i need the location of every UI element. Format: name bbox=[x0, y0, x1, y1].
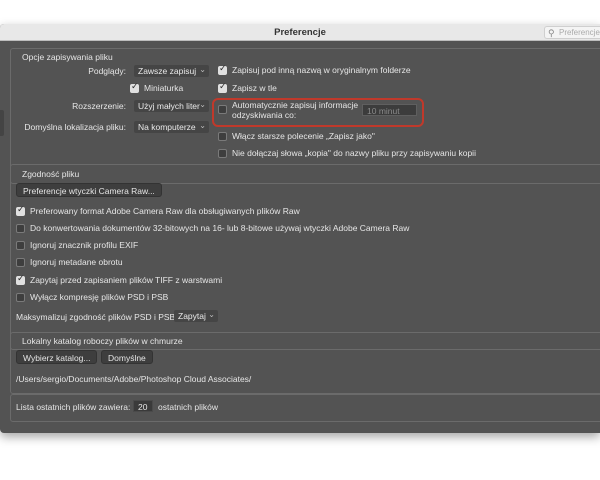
chevron-down-icon: ⌄ bbox=[199, 65, 206, 74]
legacy-save-as-checkbox[interactable] bbox=[218, 132, 227, 141]
previews-value: Zawsze zapisuj bbox=[138, 66, 197, 76]
chevron-down-icon: ⌄ bbox=[208, 310, 215, 319]
compat-option-5-checkbox[interactable] bbox=[16, 293, 25, 302]
annotation-highlight bbox=[212, 98, 424, 127]
previews-select[interactable]: Zawsze zapisuj ⌄ bbox=[134, 65, 209, 77]
compat-option-5-label: Wyłącz kompresję plików PSD i PSB bbox=[30, 292, 169, 302]
cloud-catalog-title: Lokalny katalog roboczy plików w chmurze bbox=[22, 336, 183, 346]
choose-catalog-button[interactable]: Wybierz katalog... bbox=[16, 350, 98, 364]
search-input[interactable]: ⚲ Preferencje bbox=[544, 26, 600, 39]
recent-files-count-input[interactable]: 20 bbox=[133, 400, 153, 412]
preferences-window: Preferencje ⚲ Preferencje Opcje zapisywa… bbox=[0, 24, 600, 433]
collapsed-sidebar-handle[interactable] bbox=[0, 110, 4, 136]
maximize-compat-select[interactable]: Zapytaj ⌄ bbox=[174, 310, 218, 322]
compat-option-2-label: Ignoruj znacznik profilu EXIF bbox=[30, 240, 139, 250]
compat-option-3-label: Ignoruj metadane obrotu bbox=[30, 257, 123, 267]
recent-files-count: 20 bbox=[138, 402, 148, 412]
compat-option-1-checkbox[interactable] bbox=[16, 224, 25, 233]
save-as-original-folder-checkbox[interactable] bbox=[218, 64, 227, 75]
save-as-original-folder-label: Zapisuj pod inną nazwą w oryginalnym fol… bbox=[232, 65, 411, 75]
chevron-down-icon: ⌄ bbox=[199, 121, 206, 130]
extension-value: Użyj małych liter bbox=[138, 101, 200, 111]
title-bar: Preferencje ⚲ Preferencje bbox=[0, 24, 600, 41]
chevron-down-icon: ⌄ bbox=[199, 100, 206, 109]
search-placeholder: Preferencje bbox=[559, 28, 600, 37]
compat-option-3-checkbox[interactable] bbox=[16, 258, 25, 267]
maximize-compat-value: Zapytaj bbox=[178, 311, 206, 321]
cloud-catalog-path: /Users/sergio/Documents/Adobe/Photoshop … bbox=[16, 374, 252, 384]
no-copy-word-label: Nie dołączaj słowa „kopia" do nazwy plik… bbox=[232, 148, 476, 158]
compat-option-4-checkbox[interactable] bbox=[16, 274, 25, 285]
save-in-background-checkbox[interactable] bbox=[218, 82, 227, 93]
default-location-value: Na komputerze bbox=[138, 122, 196, 132]
compat-option-1-label: Do konwertowania dokumentów 32-bitowych … bbox=[30, 223, 410, 233]
compat-option-2-checkbox[interactable] bbox=[16, 241, 25, 250]
compat-option-0-checkbox[interactable] bbox=[16, 205, 25, 216]
extension-label: Rozszerzenie: bbox=[72, 101, 126, 111]
thumbnail-checkbox[interactable] bbox=[130, 82, 139, 93]
compat-option-4-label: Zapytaj przed zapisaniem plików TIFF z w… bbox=[30, 275, 223, 285]
compat-option-0-label: Preferowany format Adobe Camera Raw dla … bbox=[30, 206, 300, 216]
save-in-background-label: Zapisz w tle bbox=[232, 83, 277, 93]
camera-raw-prefs-button[interactable]: Preferencje wtyczki Camera Raw... bbox=[16, 183, 162, 197]
compatibility-title: Zgodność pliku bbox=[22, 169, 80, 179]
maximize-compat-label: Maksymalizuj zgodność plików PSD i PSB: bbox=[16, 312, 178, 322]
extension-select[interactable]: Użyj małych liter ⌄ bbox=[134, 100, 209, 112]
legacy-save-as-label: Włącz starsze polecenie „Zapisz jako" bbox=[232, 131, 375, 141]
recent-files-label: Lista ostatnich plików zawiera: bbox=[16, 402, 131, 412]
no-copy-word-checkbox[interactable] bbox=[218, 149, 227, 158]
recent-files-suffix: ostatnich plików bbox=[158, 402, 219, 412]
default-location-select[interactable]: Na komputerze ⌄ bbox=[134, 121, 209, 133]
default-location-label: Domyślna lokalizacja pliku: bbox=[24, 122, 126, 132]
window-title: Preferencje bbox=[274, 27, 326, 38]
search-icon: ⚲ bbox=[548, 28, 555, 38]
default-catalog-button[interactable]: Domyślne bbox=[101, 350, 153, 364]
previews-label: Podglądy: bbox=[88, 66, 126, 76]
save-options-title: Opcje zapisywania pliku bbox=[22, 52, 113, 62]
thumbnail-label: Miniaturka bbox=[144, 83, 184, 93]
